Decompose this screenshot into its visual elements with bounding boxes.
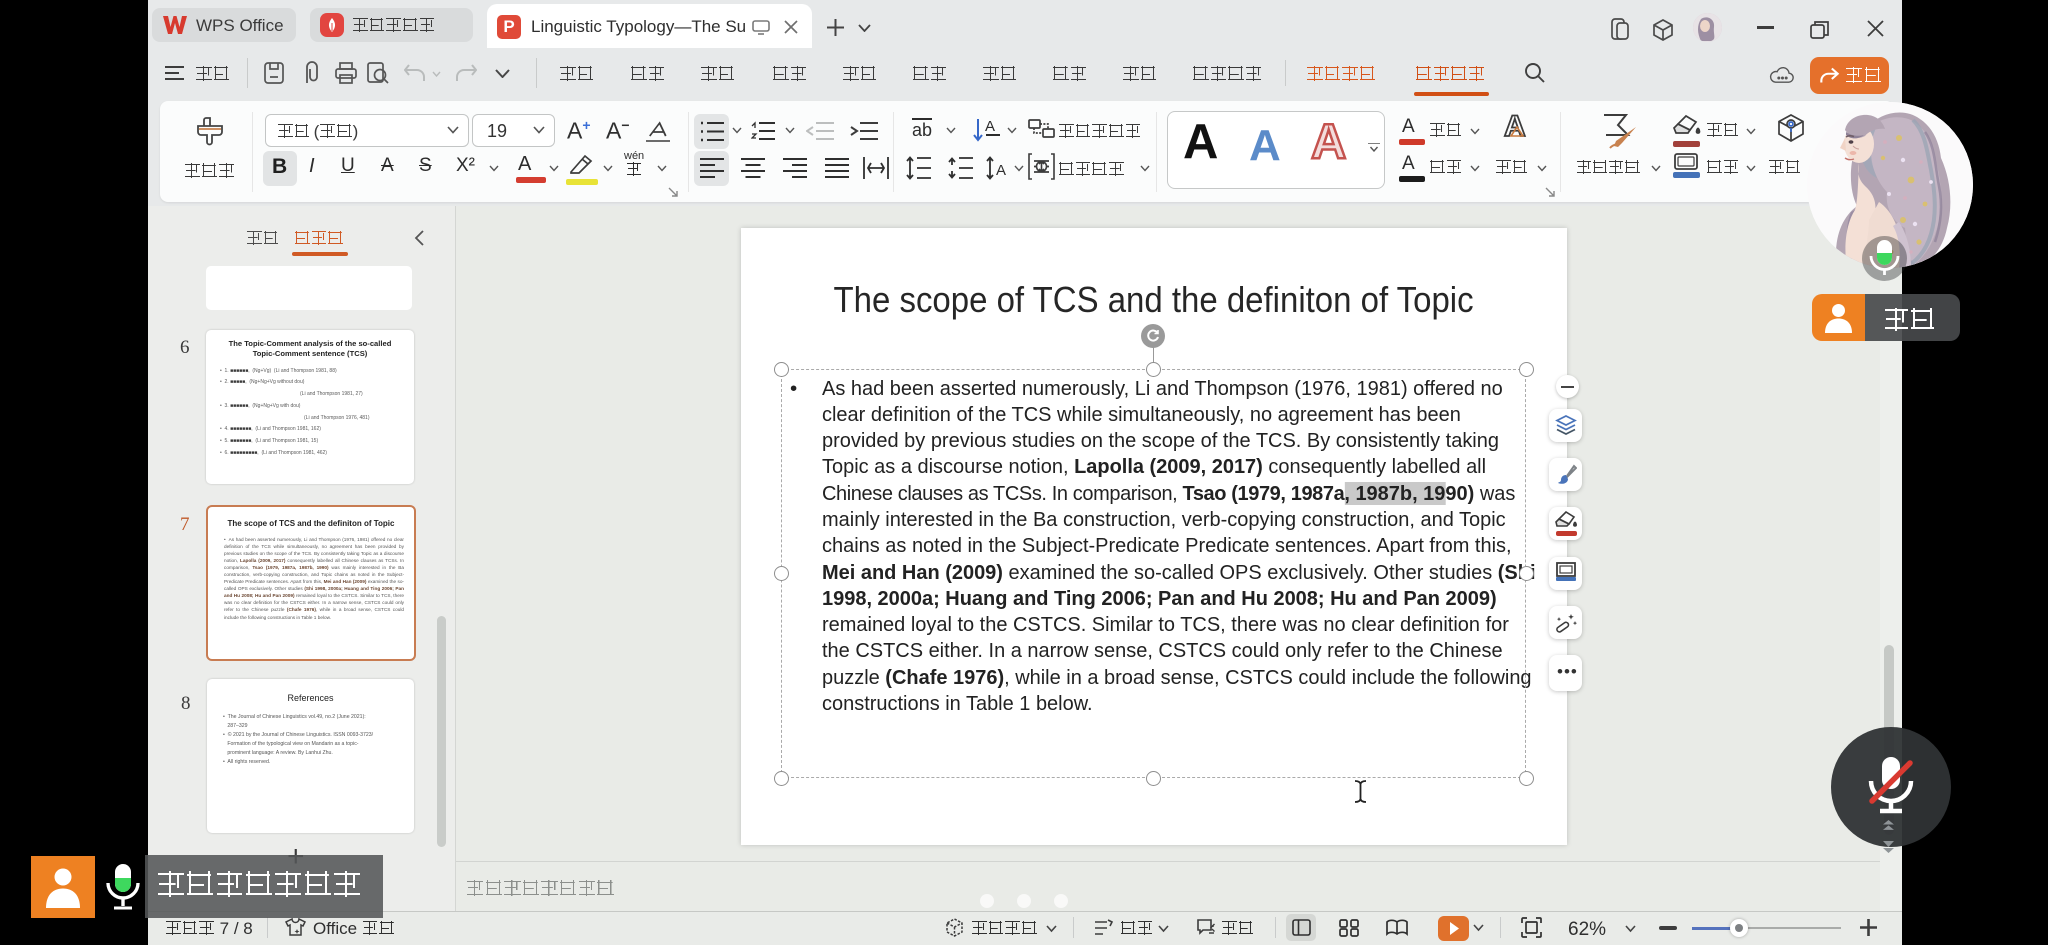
svg-text:A: A <box>985 118 995 135</box>
svg-text:A: A <box>996 162 1006 179</box>
